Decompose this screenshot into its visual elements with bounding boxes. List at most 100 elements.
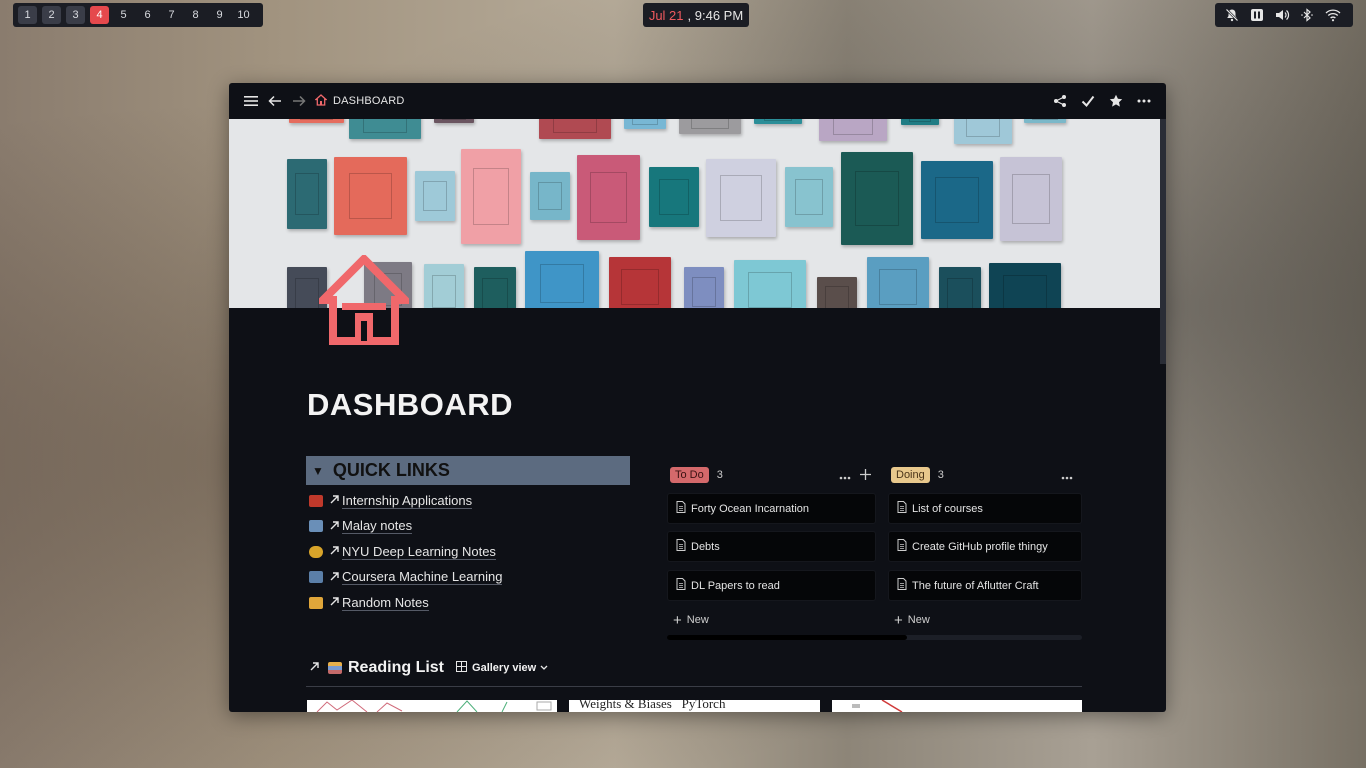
clock-date: Jul 21 [648, 7, 684, 23]
bluetooth-icon[interactable] [1300, 8, 1318, 22]
new-label: New [907, 614, 930, 626]
menu-icon[interactable] [239, 89, 263, 113]
document-icon [676, 578, 686, 593]
status-tag-todo[interactable]: To Do [670, 467, 709, 483]
workspace-3[interactable]: 3 [66, 6, 85, 24]
board-card[interactable]: The future of Aflutter Craft [888, 570, 1082, 601]
quick-link-nyu-dl[interactable]: NYU Deep Learning Notes [309, 539, 502, 565]
chevron-down-icon [540, 662, 548, 674]
horizontal-scrollbar[interactable] [667, 635, 1082, 640]
document-icon [897, 578, 907, 593]
workspace-1[interactable]: 1 [18, 6, 37, 24]
wifi-icon[interactable] [1325, 8, 1343, 22]
quick-links-list: Internship Applications Malay notes NYU … [309, 488, 503, 616]
divider [306, 686, 1082, 687]
quick-links-toggle[interactable]: ▼ QUICK LINKS [306, 456, 630, 485]
quick-link-random[interactable]: Random Notes [309, 590, 502, 616]
workspace-5[interactable]: 5 [114, 6, 133, 24]
column-count: 3 [937, 469, 944, 481]
board-card[interactable]: List of courses [888, 493, 1082, 524]
card-title: Debts [691, 540, 720, 553]
gallery-card[interactable]: Weights & Biases PyTorch [569, 700, 820, 712]
workspace-10[interactable]: 10 [234, 6, 253, 24]
window-titlebar: DASHBOARD [229, 83, 1166, 119]
card-thumbnail-text: Weights & Biases PyTorch [579, 700, 726, 711]
new-card-button[interactable]: + New [673, 613, 709, 628]
new-card-button[interactable]: + New [894, 611, 930, 629]
document-icon [897, 501, 907, 516]
gallery-icon [456, 661, 468, 675]
emoji-icon [309, 494, 323, 507]
status-tag-doing[interactable]: Doing [891, 467, 930, 483]
card-thumbnail [316, 700, 552, 712]
volume-icon[interactable] [1275, 8, 1293, 22]
share-icon[interactable] [1048, 89, 1072, 113]
board-card[interactable]: Forty Ocean Incarnation [667, 493, 876, 524]
quick-link-label: Random Notes [342, 594, 429, 611]
column-tools-doing [1061, 466, 1073, 484]
more-icon[interactable] [1061, 467, 1073, 483]
notion-window: DASHBOARD DASHBOARD ▼ QUICK LINKS Intern… [229, 83, 1166, 712]
link-arrow-icon [329, 595, 340, 610]
add-icon[interactable] [860, 467, 871, 483]
emoji-icon [309, 596, 323, 609]
board-card[interactable]: Debts [667, 531, 876, 562]
quick-link-malay[interactable]: Malay notes [309, 514, 502, 540]
link-arrow-icon [329, 570, 340, 585]
quick-link-label: Internship Applications [342, 492, 473, 509]
quick-link-label: Coursera Machine Learning [342, 569, 503, 586]
card-title: List of courses [912, 502, 983, 515]
clock[interactable]: Jul 21, 9:46 PM [643, 3, 749, 27]
books-icon [328, 662, 342, 674]
system-tray [1215, 3, 1353, 27]
workspace-6[interactable]: 6 [138, 6, 157, 24]
board-card[interactable]: DL Papers to read [667, 570, 876, 601]
board-card[interactable]: Create GitHub profile thingy [888, 531, 1082, 562]
clock-time: , 9:46 PM [687, 7, 744, 23]
card-title: Forty Ocean Incarnation [691, 502, 810, 515]
more-icon[interactable] [839, 467, 851, 483]
card-thumbnail [852, 700, 903, 712]
column-count: 3 [716, 469, 723, 481]
star-icon[interactable] [1104, 89, 1128, 113]
pause-icon[interactable] [1250, 8, 1268, 22]
emoji-icon [309, 520, 323, 533]
card-title: DL Papers to read [691, 579, 780, 592]
notifications-off-icon[interactable] [1225, 8, 1243, 22]
scrollbar-thumb[interactable] [667, 635, 907, 640]
view-switcher[interactable]: Gallery view [456, 661, 548, 675]
forward-arrow-icon[interactable] [287, 89, 311, 113]
gallery-card[interactable] [832, 700, 1082, 712]
column-tools-todo [839, 466, 871, 484]
quick-link-label: NYU Deep Learning Notes [342, 543, 496, 560]
emoji-icon [309, 571, 323, 584]
link-arrow-icon [329, 544, 340, 559]
reading-list-title[interactable]: Reading List [348, 659, 444, 677]
workspace-4[interactable]: 4 [90, 6, 109, 24]
add-icon: + [894, 611, 903, 629]
quick-links-heading: QUICK LINKS [332, 460, 450, 480]
link-arrow-icon [329, 519, 340, 534]
page-title[interactable]: DASHBOARD [307, 387, 513, 423]
workspace-8[interactable]: 8 [186, 6, 205, 24]
link-arrow-icon[interactable] [309, 659, 320, 677]
workspace-9[interactable]: 9 [210, 6, 229, 24]
back-arrow-icon[interactable] [263, 89, 287, 113]
workspace-7[interactable]: 7 [162, 6, 181, 24]
house-icon [314, 93, 328, 109]
gallery-card[interactable] [307, 700, 557, 712]
triangle-down-icon[interactable]: ▼ [312, 464, 324, 478]
quick-link-label: Malay notes [342, 518, 413, 535]
breadcrumb[interactable]: DASHBOARD [314, 93, 405, 109]
house-icon[interactable] [313, 253, 415, 345]
quick-link-internship[interactable]: Internship Applications [309, 488, 502, 514]
document-icon [897, 539, 907, 554]
emoji-icon [309, 545, 323, 558]
check-icon[interactable] [1076, 89, 1100, 113]
breadcrumb-label: DASHBOARD [333, 95, 405, 107]
reading-list-header: Reading List Gallery view [309, 657, 548, 679]
more-icon[interactable] [1132, 89, 1156, 113]
vertical-scrollbar[interactable] [1160, 119, 1166, 364]
quick-link-coursera[interactable]: Coursera Machine Learning [309, 565, 503, 591]
workspace-2[interactable]: 2 [42, 6, 61, 24]
